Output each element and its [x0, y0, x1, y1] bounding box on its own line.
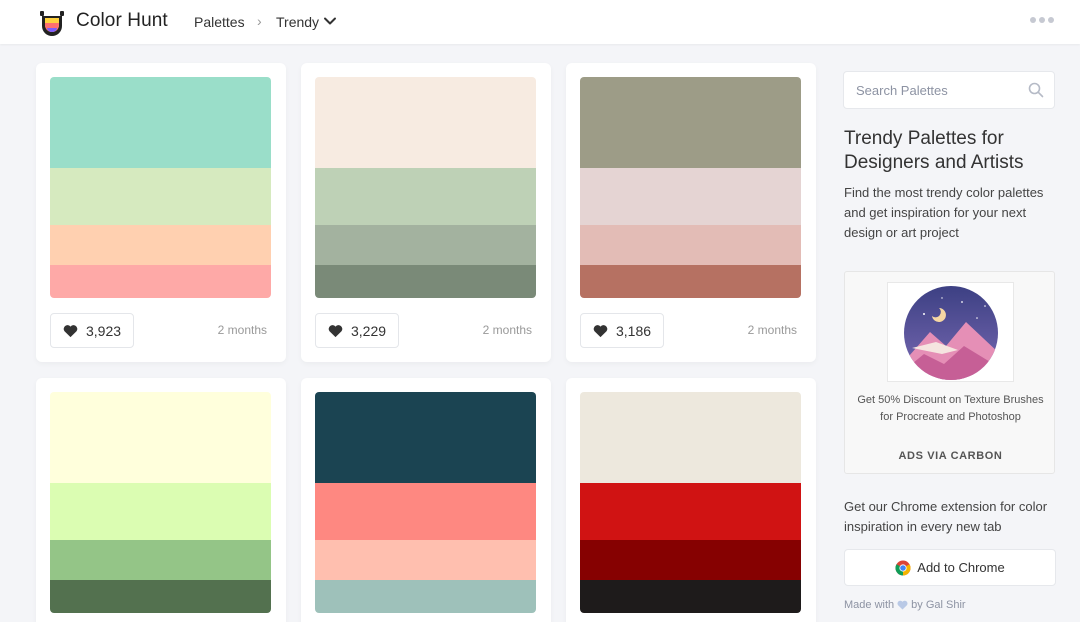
- breadcrumb-separator: ›: [257, 13, 262, 29]
- ads-via-carbon-link[interactable]: ADS VIA CARBON: [845, 450, 1056, 462]
- chrome-icon: [895, 560, 911, 575]
- extension-promo-text: Get our Chrome extension for color inspi…: [844, 499, 1048, 534]
- swatch-2[interactable]: [580, 483, 801, 540]
- search-input[interactable]: [844, 72, 1024, 108]
- search-box: [843, 71, 1055, 109]
- palette-card: [566, 378, 816, 622]
- palette-age: 2 months: [747, 323, 797, 337]
- chevron-down-icon[interactable]: [323, 14, 337, 28]
- swatch-4[interactable]: [50, 580, 271, 613]
- sidebar-description: Find the most trendy color palettes and …: [844, 185, 1044, 240]
- carbon-ad: Get 50% Discount on Texture Brushes for …: [844, 271, 1055, 474]
- author-link[interactable]: by Gal Shir: [911, 599, 965, 611]
- swatch-3[interactable]: [580, 540, 801, 580]
- swatch-2[interactable]: [315, 168, 536, 225]
- swatch-4[interactable]: [580, 580, 801, 613]
- brand-name[interactable]: Color Hunt: [76, 10, 168, 32]
- palette-card: 3,229 2 months: [301, 63, 551, 362]
- swatch-2[interactable]: [315, 483, 536, 540]
- swatch-1[interactable]: [50, 392, 271, 483]
- ad-mountain-illustration-icon: [904, 286, 998, 380]
- swatch-1[interactable]: [315, 77, 536, 168]
- palette-swatches[interactable]: [580, 392, 801, 613]
- heart-icon: [593, 324, 608, 337]
- made-with-prefix: Made with: [844, 599, 895, 611]
- swatch-2[interactable]: [50, 483, 271, 540]
- palette-swatches[interactable]: [315, 392, 536, 613]
- swatch-4[interactable]: [315, 265, 536, 298]
- add-to-chrome-label: Add to Chrome: [917, 560, 1005, 575]
- swatch-4[interactable]: [315, 580, 536, 613]
- nav-palettes-link[interactable]: Palettes: [194, 14, 245, 30]
- palette-age: 2 months: [482, 323, 532, 337]
- like-button[interactable]: 3,229: [315, 313, 400, 348]
- palette-age: 2 months: [217, 323, 267, 337]
- heart-icon: [328, 324, 343, 337]
- swatch-1[interactable]: [580, 392, 801, 483]
- palette-card: 3,923 2 months: [36, 63, 286, 362]
- swatch-4[interactable]: [50, 265, 271, 298]
- palette-card: 3,186 2 months: [566, 63, 816, 362]
- dot: [1048, 17, 1054, 23]
- color-hunt-logo-icon[interactable]: [38, 8, 66, 36]
- palette-swatches[interactable]: [580, 77, 801, 298]
- ad-image[interactable]: [887, 282, 1014, 382]
- swatch-1[interactable]: [315, 392, 536, 483]
- palette-card: [36, 378, 286, 622]
- swatch-3[interactable]: [315, 540, 536, 580]
- dot: [1039, 17, 1045, 23]
- more-dots-icon[interactable]: [1030, 17, 1054, 25]
- heart-icon: [63, 324, 78, 337]
- like-count: 3,186: [616, 322, 652, 339]
- like-button[interactable]: 3,186: [580, 313, 665, 348]
- like-count: 3,923: [86, 322, 122, 339]
- swatch-1[interactable]: [580, 77, 801, 168]
- palette-swatches[interactable]: [50, 77, 271, 298]
- dot: [1030, 17, 1036, 23]
- heart-icon: [897, 600, 908, 610]
- like-button[interactable]: 3,923: [50, 313, 135, 348]
- palette-swatches[interactable]: [315, 77, 536, 298]
- sidebar-title: Trendy Palettes for Designers and Artist…: [844, 128, 1024, 173]
- ad-text[interactable]: Get 50% Discount on Texture Brushes for …: [855, 392, 1046, 426]
- top-header: Color Hunt Palettes › Trendy: [0, 0, 1080, 44]
- swatch-2[interactable]: [580, 168, 801, 225]
- swatch-3[interactable]: [50, 540, 271, 580]
- nav-trendy-dropdown[interactable]: Trendy: [276, 14, 319, 30]
- made-with-credit: Made with by Gal Shir: [844, 599, 966, 611]
- palette-card: [301, 378, 551, 622]
- swatch-4[interactable]: [580, 265, 801, 298]
- search-icon[interactable]: [1028, 82, 1044, 98]
- add-to-chrome-button[interactable]: Add to Chrome: [844, 549, 1056, 586]
- palette-swatches[interactable]: [50, 392, 271, 613]
- swatch-3[interactable]: [50, 225, 271, 265]
- swatch-3[interactable]: [580, 225, 801, 265]
- like-count: 3,229: [351, 322, 387, 339]
- swatch-2[interactable]: [50, 168, 271, 225]
- swatch-3[interactable]: [315, 225, 536, 265]
- swatch-1[interactable]: [50, 77, 271, 168]
